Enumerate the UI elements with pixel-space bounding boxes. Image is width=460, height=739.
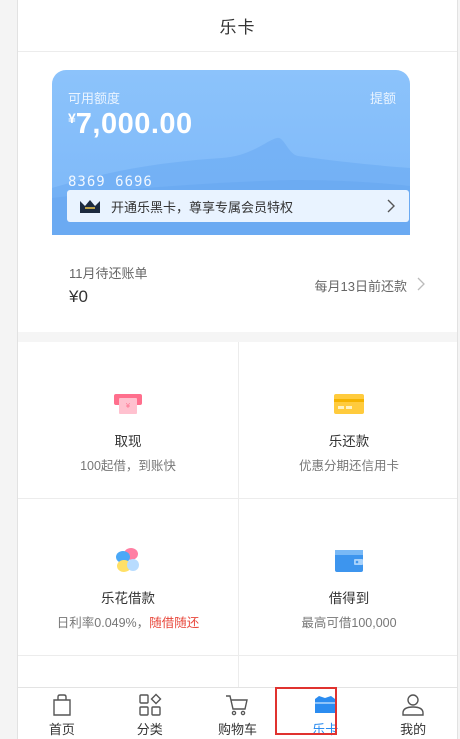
tab-label: 分类 [136,722,163,737]
grid-icon [138,693,162,716]
card-icon [315,696,336,713]
crown-icon [80,200,100,213]
credit-card[interactable]: 可用额度 提额 ¥7,000.00 8369 6696 开通乐黑卡，尊享专属会员… [52,70,410,242]
currency-symbol: ¥ [68,110,76,126]
due-date-text: 每月13日前还款 [314,279,407,294]
grid-divider [18,655,457,656]
svg-text:¥: ¥ [126,402,131,410]
tab-label: 购物车 [217,722,257,737]
service-name: 乐花借款 [101,591,155,606]
bill-amount: ¥0 [69,287,88,306]
tab-leka[interactable]: 乐卡 [281,688,369,739]
app-screen: 乐卡 可用额度 提额 ¥7,000.00 8369 6696 开通乐黑卡，尊享专… [17,0,458,739]
wallet-icon [335,550,363,572]
credit-card-icon [334,394,364,414]
tab-label: 我的 [400,722,427,737]
tab-category[interactable]: 分类 [106,688,194,739]
tab-mine[interactable]: 我的 [369,688,457,739]
service-grid: ¥ 取现 100起借，到账快 乐还款 优惠分期还信用卡 乐花借款 日利率0.04… [18,342,457,688]
card-number: 8369 6696 [68,174,153,190]
bill-month-label: 11月待还账单 [69,266,148,281]
available-amount: ¥7,000.00 [68,108,193,141]
service-cash-withdraw[interactable]: ¥ 取现 100起借，到账快 [18,342,238,498]
user-icon [402,694,424,716]
tab-label: 乐卡 [312,722,339,737]
service-repay[interactable]: 乐还款 优惠分期还信用卡 [239,342,457,498]
screen-background: 乐卡 可用额度 提额 ¥7,000.00 8369 6696 开通乐黑卡，尊享专… [0,0,460,739]
shopping-bag-icon [53,694,71,716]
tab-home[interactable]: 首页 [18,688,106,739]
service-name: 取现 [114,434,142,449]
service-name: 乐还款 [328,434,370,449]
amount-value: 7,000.00 [75,108,193,140]
chevron-right-icon [417,277,425,291]
page-title: 乐卡 [219,18,256,37]
service-desc: 日利率0.049%，随借随还 [18,612,238,631]
available-credit-label: 可用额度 [68,91,121,106]
chevron-right-icon [387,199,395,213]
service-name: 借得到 [328,591,370,606]
service-desc: 优惠分期还信用卡 [298,459,399,473]
service-jiededao[interactable]: 借得到 最高可借100,000 [239,499,457,655]
top-header: 乐卡 [18,0,457,52]
cash-icon: ¥ [114,394,142,414]
bill-row[interactable]: 11月待还账单 ¥0 每月13日前还款 [18,235,457,332]
service-desc: 100起借，到账快 [80,459,176,473]
rate-text: 日利率0.049%， [56,616,150,630]
service-desc: 最高可借100,000 [301,616,397,630]
black-card-promo-banner[interactable]: 开通乐黑卡，尊享专属会员特权 [67,190,409,222]
tab-label: 首页 [48,722,75,737]
cart-icon [226,695,249,716]
highlight-text: 随借随还 [149,616,200,630]
bottom-tab-bar: 首页 分类 购物车 乐卡 我的 [18,687,457,739]
promo-text: 开通乐黑卡，尊享专属会员特权 [111,199,294,215]
raise-limit-link[interactable]: 提额 [370,88,396,107]
flower-icon [116,548,139,572]
card-section: 可用额度 提额 ¥7,000.00 8369 6696 开通乐黑卡，尊享专属会员… [18,52,457,242]
tab-cart[interactable]: 购物车 [194,688,282,739]
service-lehua-loan[interactable]: 乐花借款 日利率0.049%，随借随还 [18,499,238,655]
